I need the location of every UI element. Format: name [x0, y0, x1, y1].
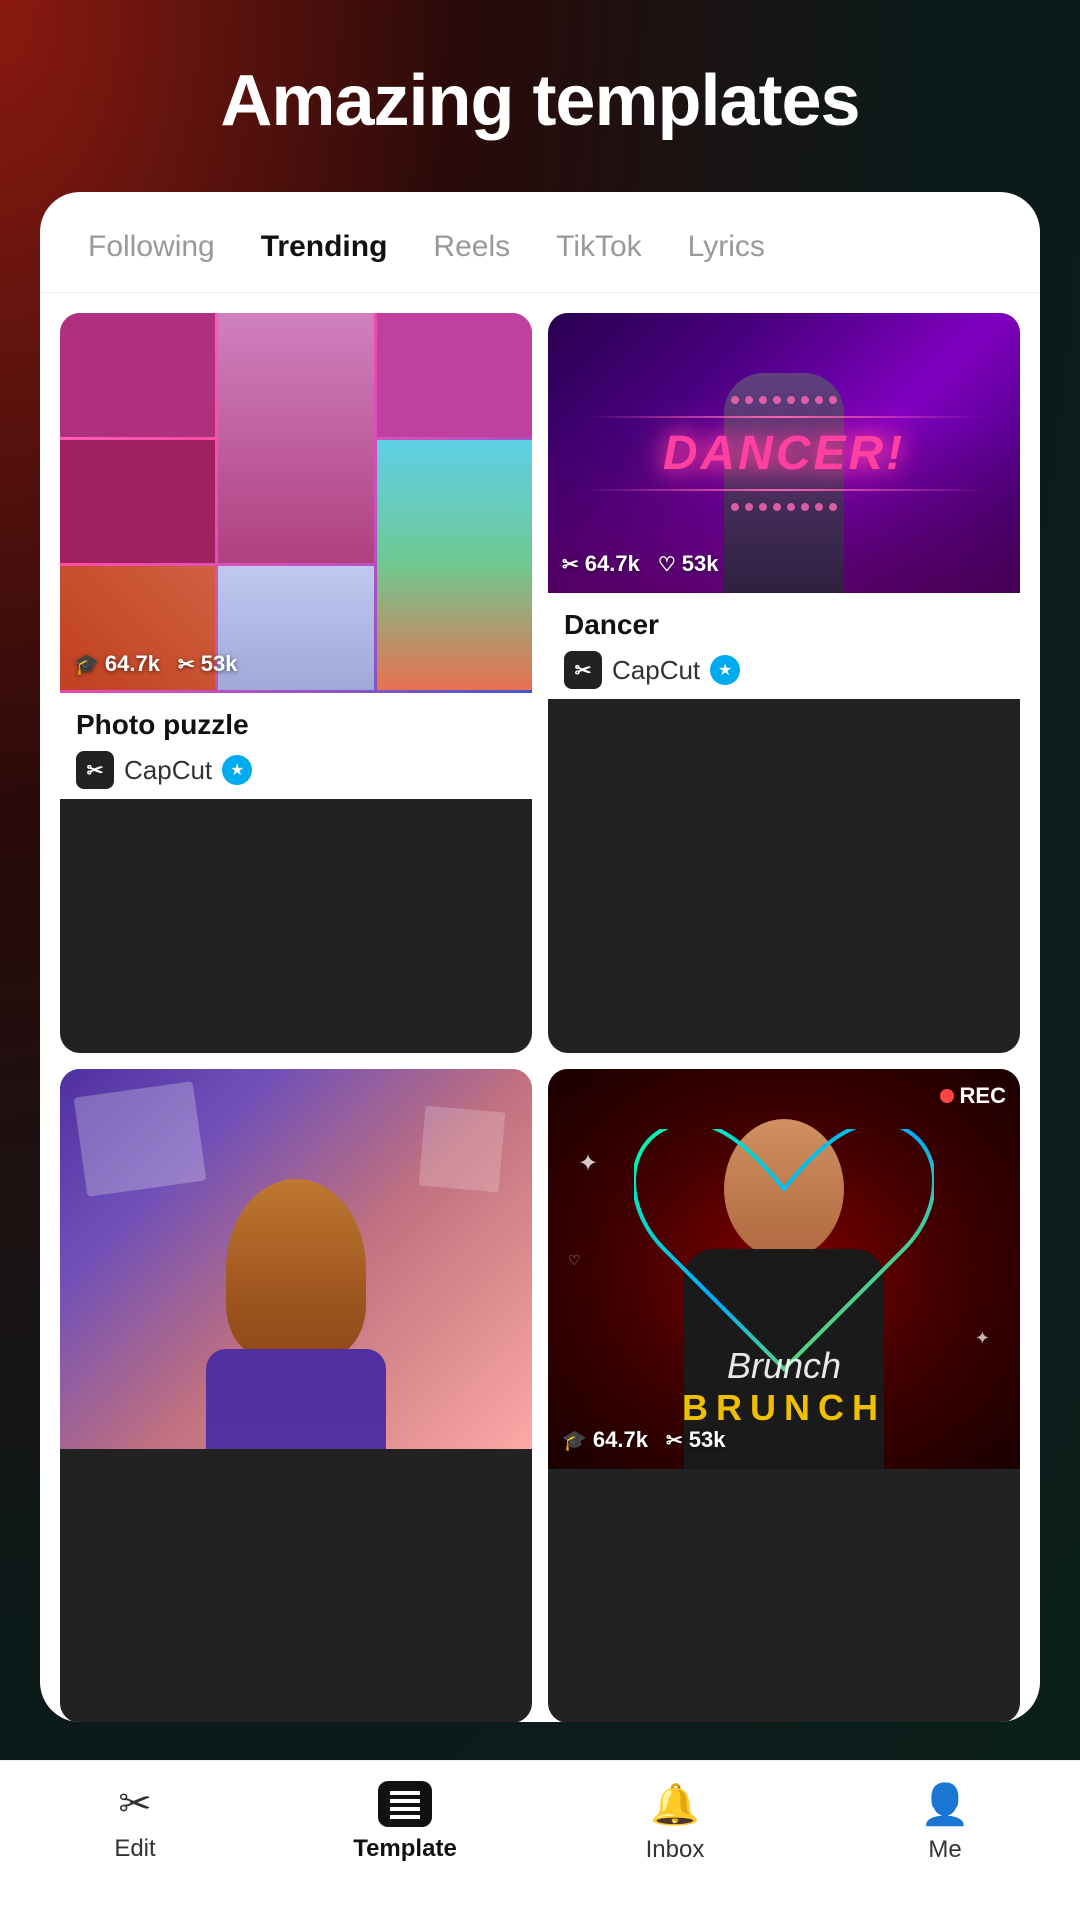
- tab-trending[interactable]: Trending: [243, 222, 406, 272]
- nav-template-label: Template: [353, 1835, 457, 1863]
- dancer-uses: ✂ 64.7k: [562, 551, 640, 577]
- tab-bar: Following Trending Reels TikTok Lyrics: [40, 192, 1040, 293]
- dancer-likes: ♡ 53k: [658, 551, 719, 577]
- template-card-dancer[interactable]: DANCER! ✂ 64.7k ♡: [548, 313, 1020, 1053]
- brunch-visual: REC Brunch BRUNCH ✦ ✦ ♡ 🎓 6: [548, 1069, 1020, 1469]
- puzzle-cell-5: [377, 440, 532, 690]
- tab-reels[interactable]: Reels: [415, 222, 528, 272]
- dancer-dots-top: [583, 396, 984, 404]
- photo-puzzle-author: ✂ CapCut ★: [76, 751, 516, 789]
- tab-tiktok[interactable]: TikTok: [538, 222, 660, 272]
- nav-inbox[interactable]: 🔔 Inbox: [540, 1781, 810, 1864]
- dancer-stats: ✂ 64.7k ♡ 53k: [562, 551, 718, 577]
- photo-puzzle-author-name: CapCut: [124, 755, 212, 786]
- photo-puzzle-uses: 🎓 64.7k: [74, 651, 160, 677]
- brunch-uses: 🎓 64.7k: [562, 1427, 648, 1453]
- puzzle-cell-7: [218, 566, 373, 690]
- puzzle-cell-2: [218, 313, 373, 563]
- dancer-line-top: [583, 416, 984, 418]
- uses-icon: 🎓: [74, 652, 99, 677]
- rec-dot: [940, 1089, 954, 1103]
- template-card-brunch[interactable]: REC Brunch BRUNCH ✦ ✦ ♡ 🎓 6: [548, 1069, 1020, 1722]
- dancer-likes-icon: ♡: [658, 552, 676, 577]
- portrait-visual: [60, 1069, 532, 1449]
- tab-lyrics[interactable]: Lyrics: [670, 222, 783, 272]
- inbox-icon: 🔔: [650, 1781, 700, 1828]
- brunch-script-text: Brunch: [682, 1345, 886, 1387]
- sparkle-2: ✦: [975, 1328, 990, 1349]
- nav-inbox-label: Inbox: [646, 1836, 705, 1864]
- nav-edit-label: Edit: [114, 1835, 155, 1863]
- brunch-likes: ✂ 53k: [666, 1427, 725, 1453]
- photo-puzzle-stats: 🎓 64.7k ✂ 53k: [74, 651, 237, 677]
- sparkle-1: ✦: [578, 1149, 598, 1178]
- dancer-uses-icon: ✂: [562, 552, 579, 577]
- dancer-image: DANCER! ✂ 64.7k ♡: [548, 313, 1020, 593]
- dancer-author: ✂ CapCut ★: [564, 651, 1004, 689]
- brunch-image: REC Brunch BRUNCH ✦ ✦ ♡ 🎓 6: [548, 1069, 1020, 1469]
- verified-badge-2: ★: [710, 655, 740, 685]
- dancer-title: Dancer: [564, 609, 1004, 641]
- template-card-photo-puzzle[interactable]: 🎓 64.7k ✂ 53k Photo puzzle ✂ CapCut ★: [60, 313, 532, 1053]
- photo-puzzle-title: Photo puzzle: [76, 709, 516, 741]
- portrait-image: [60, 1069, 532, 1449]
- nav-me[interactable]: 👤 Me: [810, 1781, 1080, 1864]
- sparkle-3: ♡: [568, 1252, 581, 1269]
- template-icon: [378, 1781, 432, 1827]
- rec-label: REC: [960, 1083, 1006, 1109]
- tab-following[interactable]: Following: [70, 222, 233, 272]
- edit-icon: ✂: [118, 1781, 152, 1827]
- puzzle-cell-3: [377, 313, 532, 437]
- nav-edit[interactable]: ✂ Edit: [0, 1781, 270, 1863]
- nav-template[interactable]: Template: [270, 1781, 540, 1863]
- brunch-block-text: BRUNCH: [682, 1387, 886, 1429]
- template-grid: 🎓 64.7k ✂ 53k Photo puzzle ✂ CapCut ★: [40, 293, 1040, 1722]
- puzzle-cell-4: [60, 440, 215, 564]
- dancer-text-container: DANCER!: [583, 396, 984, 511]
- photo-puzzle-likes: ✂ 53k: [178, 651, 237, 677]
- brunch-likes-icon: ✂: [666, 1428, 683, 1453]
- dancer-author-name: CapCut: [612, 655, 700, 686]
- puzzle-cell-1: [60, 313, 215, 437]
- scissors-icon: ✂: [178, 652, 195, 677]
- brunch-rec-badge: REC: [940, 1083, 1006, 1109]
- bottom-nav: ✂ Edit Template 🔔 Inbox 👤 Me: [0, 1760, 1080, 1920]
- brunch-uses-icon: 🎓: [562, 1428, 587, 1453]
- capcut-logo-1: ✂: [76, 751, 114, 789]
- capcut-logo-2: ✂: [564, 651, 602, 689]
- nav-me-label: Me: [928, 1836, 961, 1864]
- main-card: Following Trending Reels TikTok Lyrics: [40, 192, 1040, 1722]
- me-icon: 👤: [920, 1781, 970, 1828]
- brunch-stats: 🎓 64.7k ✂ 53k: [562, 1427, 725, 1453]
- photo-puzzle-info: Photo puzzle ✂ CapCut ★: [60, 693, 532, 799]
- dancer-title-text: DANCER!: [583, 426, 984, 481]
- photo-puzzle-image: 🎓 64.7k ✂ 53k: [60, 313, 532, 693]
- dancer-info: Dancer ✂ CapCut ★: [548, 593, 1020, 699]
- photo-puzzle-visual: [60, 313, 532, 693]
- page-title: Amazing templates: [0, 0, 1080, 192]
- dancer-line-bottom: [583, 489, 984, 491]
- brunch-text: Brunch BRUNCH: [682, 1345, 886, 1429]
- verified-badge-1: ★: [222, 755, 252, 785]
- template-card-portrait[interactable]: [60, 1069, 532, 1722]
- dancer-dots-bottom: [583, 503, 984, 511]
